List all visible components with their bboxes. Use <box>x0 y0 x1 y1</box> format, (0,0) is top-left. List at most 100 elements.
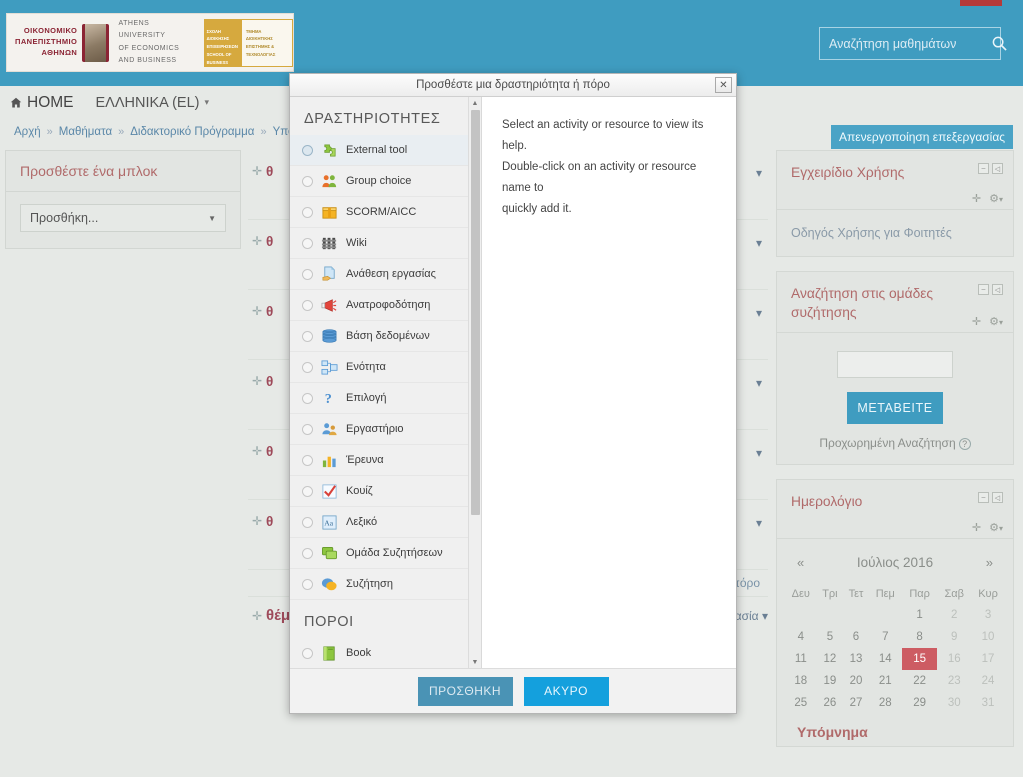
calendar-day[interactable]: 7 <box>869 626 902 648</box>
breadcrumb-item-1[interactable]: Μαθήματα <box>59 126 112 138</box>
calendar-day[interactable]: 9 <box>937 626 971 648</box>
calendar-day[interactable]: 24 <box>971 670 1005 692</box>
add-button[interactable]: ΠΡΟΣΘΗΚΗ <box>417 676 513 706</box>
calendar-day[interactable]: 1 <box>902 604 938 626</box>
activity-item-quiz[interactable]: Κουίζ <box>290 476 481 507</box>
activity-item-survey[interactable]: Έρευνα <box>290 445 481 476</box>
move-icon[interactable]: ✛ <box>248 609 266 623</box>
activity-item-group-choice[interactable]: Group choice <box>290 166 481 197</box>
calendar-day[interactable]: 11 <box>785 648 817 670</box>
activity-item-workshop[interactable]: Εργαστήριο <box>290 414 481 445</box>
minimize-icon[interactable]: – <box>978 492 989 504</box>
activity-item-forum[interactable]: Ομάδα Συζητήσεων <box>290 538 481 569</box>
dock-icon[interactable]: ◁ <box>992 284 1003 295</box>
calendar-day[interactable]: 20 <box>843 670 869 692</box>
activity-item-external-tool[interactable]: External tool <box>290 135 481 166</box>
activity-item-database[interactable]: Βάση δεδομένων <box>290 321 481 352</box>
move-icon[interactable]: ✛ <box>972 315 981 328</box>
cancel-button[interactable]: ΑΚΥΡΟ <box>523 676 609 706</box>
calendar-day[interactable]: 4 <box>785 626 817 648</box>
move-icon[interactable]: ✛ <box>248 234 266 248</box>
move-icon[interactable]: ✛ <box>248 374 266 388</box>
calendar-day[interactable]: 22 <box>902 670 938 692</box>
topic-edit-menu[interactable]: ▾ <box>756 166 762 180</box>
calendar-day[interactable]: 13 <box>843 648 869 670</box>
radio-button[interactable] <box>302 175 313 187</box>
radio-button[interactable] <box>302 647 313 659</box>
calendar-day[interactable]: 27 <box>843 692 869 714</box>
forum-search-go-button[interactable]: ΜΕΤΑΒΕΙΤΕ <box>847 392 943 425</box>
radio-button[interactable] <box>302 516 313 528</box>
minimize-icon[interactable]: – <box>978 284 989 295</box>
radio-button[interactable] <box>302 268 313 280</box>
move-icon[interactable]: ✛ <box>248 304 266 318</box>
activity-item-choice[interactable]: ? Επιλογή <box>290 383 481 414</box>
activity-item-chat[interactable]: Συζήτηση <box>290 569 481 600</box>
radio-button[interactable] <box>302 330 313 342</box>
activity-item-wiki[interactable]: Wiki <box>290 228 481 259</box>
topic-edit-menu[interactable]: ▾ <box>756 236 762 250</box>
calendar-day[interactable]: 23 <box>937 670 971 692</box>
close-icon[interactable]: ✕ <box>715 77 732 93</box>
radio-button[interactable] <box>302 485 313 497</box>
radio-button[interactable] <box>302 392 313 404</box>
search-input[interactable] <box>820 28 992 59</box>
activity-item-feedback[interactable]: Ανατροφοδότηση <box>290 290 481 321</box>
user-guide-link[interactable]: Οδηγός Χρήσης για Φοιτητές <box>791 226 952 240</box>
activity-list-scrollbar[interactable]: ▲ ▼ <box>468 97 481 668</box>
forum-search-input[interactable] <box>837 351 953 379</box>
calendar-day[interactable]: 25 <box>785 692 817 714</box>
calendar-day[interactable]: 31 <box>971 692 1005 714</box>
search-icon[interactable] <box>992 36 1007 51</box>
activity-item-glossary[interactable]: Aa Λεξικό <box>290 507 481 538</box>
scrollbar-thumb[interactable] <box>471 110 480 515</box>
scroll-down-arrow-icon[interactable]: ▼ <box>469 656 481 668</box>
move-icon[interactable]: ✛ <box>972 521 981 534</box>
calendar-day[interactable]: 16 <box>937 648 971 670</box>
gear-menu[interactable]: ⚙▾ <box>989 521 1003 534</box>
radio-button[interactable] <box>302 423 313 435</box>
calendar-day[interactable]: 17 <box>971 648 1005 670</box>
nav-home[interactable]: HOME <box>10 94 74 112</box>
calendar-day-today[interactable]: 15 <box>901 648 938 671</box>
topic-edit-menu[interactable]: ▾ <box>756 446 762 460</box>
move-icon[interactable]: ✛ <box>972 192 981 205</box>
topic-edit-menu[interactable]: ▾ <box>756 516 762 530</box>
activity-item-scorm-aicc[interactable]: SCORM/AICC <box>290 197 481 228</box>
calendar-day[interactable]: 6 <box>843 626 869 648</box>
topic-edit-menu[interactable]: ▾ <box>756 306 762 320</box>
radio-button[interactable] <box>302 361 313 373</box>
radio-button[interactable] <box>302 144 313 156</box>
topic-edit-menu[interactable]: ▾ <box>756 376 762 390</box>
toggle-editing-button[interactable]: Απενεργοποίηση επεξεργασίας <box>831 125 1013 149</box>
calendar-day[interactable]: 8 <box>902 626 938 648</box>
breadcrumb-item-0[interactable]: Αρχή <box>14 126 41 138</box>
calendar-day[interactable]: 26 <box>817 692 844 714</box>
course-search-box[interactable] <box>819 27 1007 60</box>
radio-button[interactable] <box>302 237 313 249</box>
calendar-day[interactable]: 12 <box>817 648 844 670</box>
calendar-prev-month[interactable]: « <box>797 555 804 570</box>
calendar-day[interactable]: 19 <box>817 670 844 692</box>
activity-item-lesson[interactable]: Ενότητα <box>290 352 481 383</box>
dock-icon[interactable]: ◁ <box>992 163 1003 174</box>
calendar-day[interactable]: 30 <box>937 692 971 714</box>
resource-item-book[interactable]: Book <box>290 638 481 668</box>
move-icon[interactable]: ✛ <box>248 164 266 178</box>
gear-menu[interactable]: ⚙▾ <box>989 315 1003 328</box>
calendar-day[interactable]: 18 <box>785 670 817 692</box>
nav-language-selector[interactable]: ΕΛΛΗΝΙΚΑ (EL) ▾ <box>96 95 210 111</box>
radio-button[interactable] <box>302 206 313 218</box>
add-block-select[interactable]: Προσθήκη... ▼ <box>20 204 226 232</box>
radio-button[interactable] <box>302 454 313 466</box>
scroll-up-arrow-icon[interactable]: ▲ <box>469 97 481 109</box>
breadcrumb-item-2[interactable]: Διδακτορικό Πρόγραμμα <box>130 126 254 138</box>
calendar-day[interactable]: 29 <box>902 692 938 714</box>
move-icon[interactable]: ✛ <box>248 514 266 528</box>
calendar-day[interactable]: 3 <box>971 604 1005 626</box>
calendar-next-month[interactable]: » <box>986 555 993 570</box>
calendar-day[interactable]: 14 <box>869 648 902 670</box>
minimize-icon[interactable]: – <box>978 163 989 174</box>
radio-button[interactable] <box>302 547 313 559</box>
question-circle-icon[interactable]: ? <box>958 438 971 451</box>
